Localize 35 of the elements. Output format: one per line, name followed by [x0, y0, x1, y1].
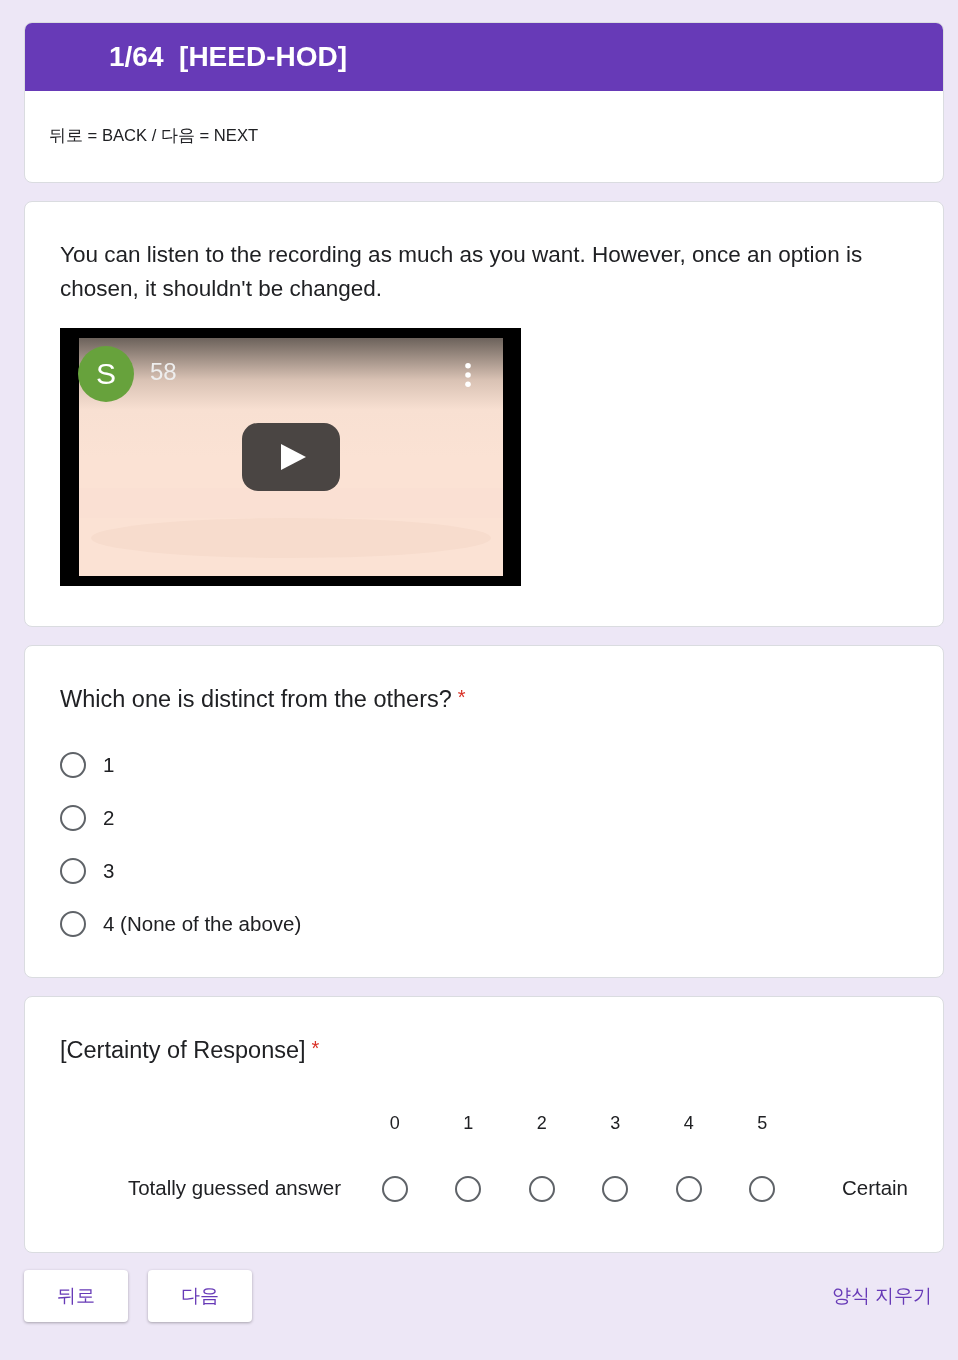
option-label: 4 (None of the above) — [103, 912, 302, 936]
radio-button[interactable] — [749, 1176, 776, 1202]
required-asterisk: * — [311, 1036, 320, 1061]
nav-button[interactable]: 뒤로 — [24, 1270, 128, 1322]
scale-number: 2 — [536, 1113, 547, 1134]
radio-button[interactable] — [60, 911, 86, 937]
form-description: 뒤로 = BACK / 다음 = NEXT — [48, 125, 260, 147]
question-title: [Certainty of Response] — [60, 1036, 306, 1065]
play-button-icon[interactable] — [242, 423, 340, 491]
radio-button[interactable] — [60, 752, 86, 778]
option-label: 2 — [103, 806, 115, 830]
radio-button[interactable] — [528, 1176, 555, 1202]
more-icon[interactable] — [464, 362, 472, 388]
scale-number: 3 — [610, 1113, 621, 1134]
scale-number: 4 — [683, 1113, 694, 1134]
radio-button[interactable] — [381, 1176, 408, 1202]
radio-button[interactable] — [455, 1176, 482, 1202]
scale-number: 0 — [389, 1113, 400, 1134]
scale-low-label: Totally guessed answer — [126, 1176, 342, 1201]
scale-number: 1 — [463, 1113, 474, 1134]
radio-button[interactable] — [60, 858, 86, 884]
instruction-text: You can listen to the recording as much as you want. However, once an option is chosen, it shouldn't be changed. — [60, 241, 864, 303]
option-label: 3 — [103, 859, 115, 883]
scale-high-label: Certain — [840, 1176, 908, 1201]
radio-button[interactable] — [60, 805, 86, 831]
scale-number: 5 — [757, 1113, 768, 1134]
clear-form-link[interactable]: 양식 지우기 — [831, 1283, 944, 1309]
radio-button[interactable] — [675, 1176, 702, 1202]
form-title: 1/64 [HEED-HOD] — [109, 41, 348, 73]
required-asterisk: * — [457, 685, 466, 710]
question-title: Which one is distinct from the others? — [60, 685, 452, 714]
video-title: 58 — [150, 358, 177, 386]
nav-button[interactable]: 다음 — [148, 1270, 252, 1322]
radio-button[interactable] — [602, 1176, 629, 1202]
option-label: 1 — [103, 753, 115, 777]
